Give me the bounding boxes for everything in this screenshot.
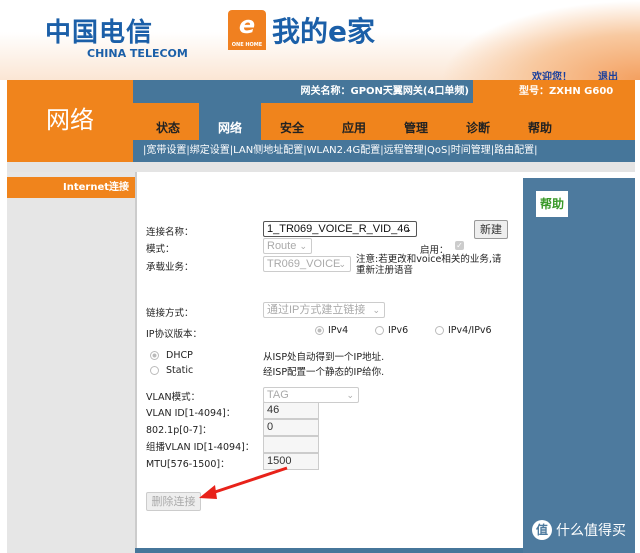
chevron-down-icon: ⌄ [299,241,307,251]
static-desc: 经ISP配置一个静态的IP给你. [263,367,385,378]
addr-option-dhcp[interactable]: DHCP [150,350,193,361]
brand-en: CHINA TELECOM [87,47,188,60]
sidebar-item-internet[interactable]: Internet连接 [7,177,137,198]
tab-status[interactable]: 状态 [137,103,199,140]
brand-cn: 中国电信 [45,18,154,48]
static-label: Static [166,365,194,376]
vlan-mode-value: TAG [267,389,289,401]
bottom-bar [135,548,523,553]
chevron-down-icon: ⌄ [346,390,354,400]
vlan-mode-select[interactable]: TAG ⌄ [263,387,359,403]
radio-icon [315,326,324,335]
chevron-down-icon: ⌄ [404,224,412,234]
vlan-mode-label: VLAN模式： [146,392,201,403]
radio-icon [150,366,159,375]
tab-security[interactable]: 安全 [261,103,323,140]
conn-name-value: 1_TR069_VOICE_R_VID_46 [267,223,410,235]
radio-icon [435,326,444,335]
mode-label: 模式： [146,244,175,255]
service-value: TR069_VOICE [267,258,341,270]
mcast-vlan-input[interactable] [263,436,319,453]
sidebar [7,172,135,553]
ip-option-label: IPv6 [388,325,409,336]
p8021-label: 802.1p[0-7]： [146,425,212,436]
watermark: 值 什么值得买 [532,520,626,540]
voice-note: 注意:若更改和voice相关的业务,请重新注册语音 [356,254,502,276]
ip-option-label: IPv4/IPv6 [448,325,492,336]
delete-connection-button[interactable]: 删除连接 [146,492,201,511]
service-label: 承载业务： [146,262,194,273]
submenu: |宽带设置|绑定设置|LAN侧地址配置|WLAN2.4G配置|远程管理|QoS|… [133,140,635,162]
radio-icon [375,326,384,335]
product-logo-text: 我的e家 [272,15,375,48]
mcast-vlan-label: 组播VLAN ID[1-4094]： [146,442,255,453]
product-sub-text: ONE HOME [231,42,263,48]
chevron-down-icon: ⌄ [338,259,346,269]
radio-icon [150,351,159,360]
tab-network[interactable]: 网络 [199,103,261,140]
vlan-id-label: VLAN ID[1-4094]： [146,408,236,419]
help-button[interactable]: 帮助 [536,191,568,217]
link-value: 通过IP方式建立链接 [267,304,366,316]
submenu-time[interactable]: 时间管理 [451,145,491,156]
link-select[interactable]: 通过IP方式建立链接 ⌄ [263,302,385,318]
section-title: 网络 [7,80,133,162]
main-tabs: 状态 网络 安全 应用 管理 诊断 帮助 [133,103,635,140]
submenu-lan[interactable]: LAN侧地址配置 [233,145,303,156]
tab-diagnosis[interactable]: 诊断 [447,103,509,140]
ip-option-label: IPv4 [328,325,349,336]
submenu-routing[interactable]: 路由配置 [494,145,534,156]
dhcp-desc: 从ISP处自动得到一个IP地址. [263,352,385,363]
enable-checkbox[interactable]: ✓ [455,241,464,250]
ip-version-label: IP协议版本： [146,329,203,340]
ip-option-ipv4[interactable]: IPv4 [315,325,348,336]
p8021-input[interactable]: 0 [263,419,319,436]
watermark-text: 什么值得买 [556,523,626,539]
china-telecom-logo: 中国电信 CHINA TELECOM [45,12,188,60]
mode-value: Route [267,240,297,252]
submenu-wlan[interactable]: WLAN2.4G配置 [307,145,381,156]
mode-select[interactable]: Route ⌄ [263,238,312,254]
ip-option-dual[interactable]: IPv4/IPv6 [435,325,492,336]
help-panel [523,178,635,553]
submenu-broadband[interactable]: 宽带设置 [146,145,186,156]
conn-name-label: 连接名称： [146,227,194,238]
dhcp-label: DHCP [166,350,193,361]
divider-band [7,162,635,172]
submenu-binding[interactable]: 绑定设置 [190,145,230,156]
link-label: 链接方式： [146,308,194,319]
house-icon: e ONE HOME [228,10,266,50]
submenu-qos[interactable]: QoS [427,145,447,156]
gateway-name: 网关名称：GPON天翼网关(4口单频) [133,80,473,103]
conn-name-select[interactable]: 1_TR069_VOICE_R_VID_46 ⌄ [263,221,417,237]
service-select[interactable]: TR069_VOICE ⌄ [263,256,351,272]
vlan-id-input[interactable]: 46 [263,402,319,419]
one-home-logo: e ONE HOME 我的e家 [228,10,375,50]
addr-option-static[interactable]: Static [150,365,193,376]
chevron-down-icon: ⌄ [372,305,380,315]
submenu-remote[interactable]: 远程管理 [384,145,424,156]
tab-management[interactable]: 管理 [385,103,447,140]
watermark-icon: 值 [532,520,552,540]
tab-application[interactable]: 应用 [323,103,385,140]
gateway-model: 型号：ZXHN G600 [473,80,635,103]
ip-option-ipv6[interactable]: IPv6 [375,325,408,336]
new-button[interactable]: 新建 [474,220,508,239]
red-arrow-annotation [199,466,288,499]
tab-help[interactable]: 帮助 [509,103,571,140]
